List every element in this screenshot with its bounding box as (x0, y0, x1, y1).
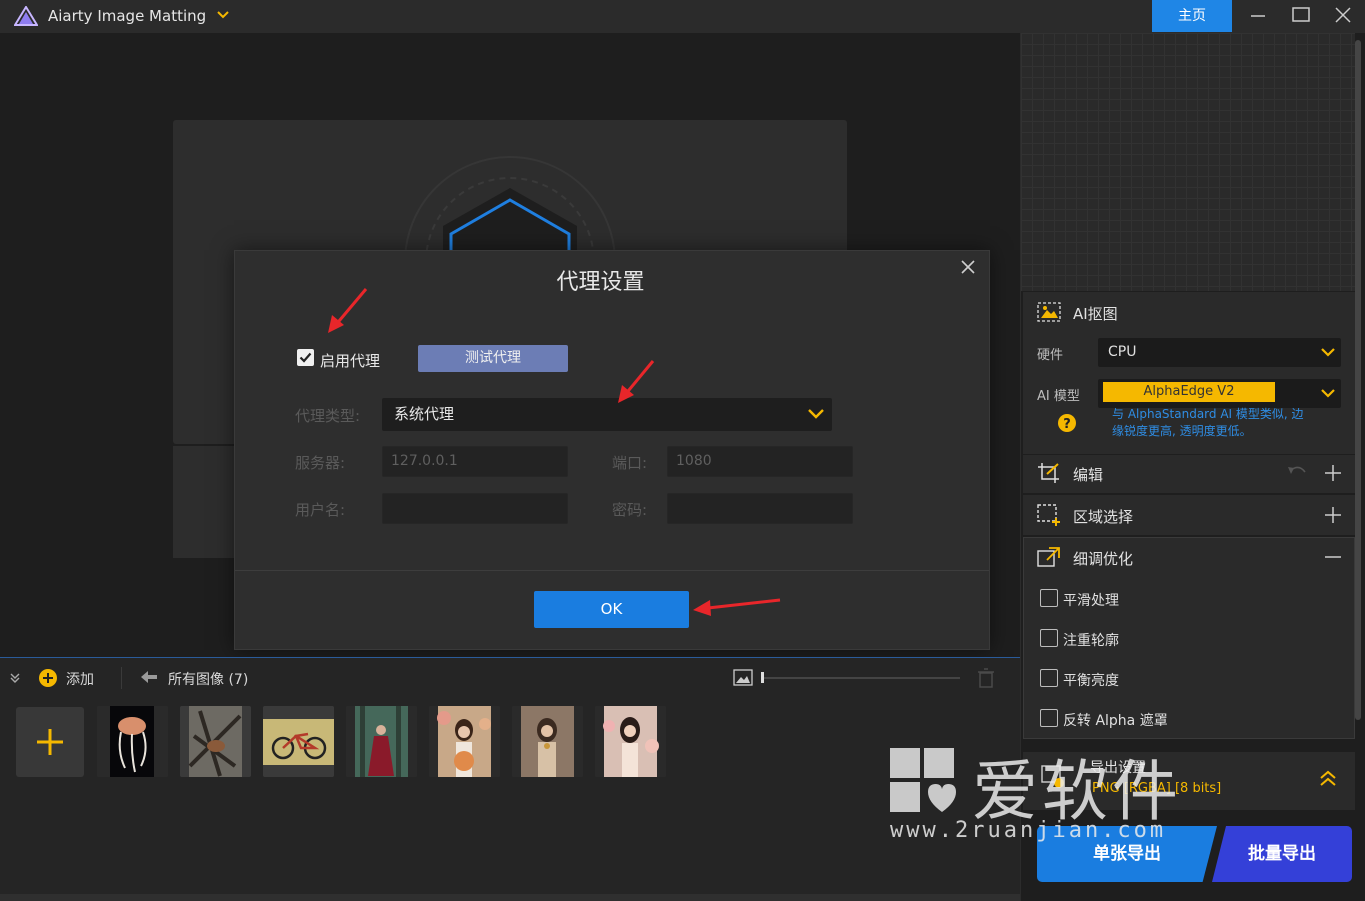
add-label[interactable]: 添加 (66, 669, 94, 689)
plus-icon (37, 729, 63, 755)
annotation-arrow-icon (618, 360, 655, 403)
smooth-checkbox[interactable] (1040, 589, 1058, 607)
slider-handle[interactable] (761, 672, 764, 683)
server-label: 服务器: (295, 454, 346, 472)
thumbnail-size-slider[interactable] (762, 677, 960, 679)
image-bicycle-icon (263, 706, 334, 777)
watermark-logo-icon (890, 748, 956, 812)
username-label: 用户名: (295, 501, 346, 519)
password-label: 密码: (612, 501, 648, 519)
status-strip (0, 894, 1020, 901)
scrollbar[interactable] (1355, 40, 1361, 720)
chevron-down-icon[interactable] (1320, 346, 1336, 358)
thumbnail-forest-woman[interactable] (346, 706, 417, 777)
smooth-label[interactable]: 平滑处理 (1063, 590, 1119, 610)
image-flowers-woman-icon (595, 706, 666, 777)
undo-icon[interactable] (1287, 464, 1307, 480)
test-proxy-button[interactable]: 测试代理 (418, 345, 568, 372)
collapse-icon[interactable] (9, 672, 21, 684)
close-window-icon[interactable] (1329, 4, 1357, 28)
add-image-button[interactable] (16, 707, 84, 777)
plus-icon[interactable] (1324, 506, 1342, 524)
app-logo-icon (14, 6, 38, 26)
maximize-icon[interactable] (1287, 4, 1315, 28)
annotation-arrow-icon (693, 598, 781, 616)
divider (121, 667, 122, 689)
image-jellyfish-icon (97, 706, 168, 777)
port-label: 端口: (612, 454, 648, 472)
help-icon[interactable]: ? (1057, 413, 1077, 433)
export-batch-button[interactable]: 批量导出 (1212, 826, 1352, 882)
plus-icon[interactable] (1324, 464, 1342, 482)
chevron-down-icon[interactable] (807, 407, 825, 421)
home-button[interactable]: 主页 (1152, 0, 1232, 32)
port-field[interactable]: 1080 (667, 446, 853, 477)
image-flowers-woman-icon (512, 706, 583, 777)
thumbnail-jellyfish[interactable] (97, 706, 168, 777)
close-icon[interactable] (958, 257, 978, 277)
app-title: Aiarty Image Matting (48, 7, 207, 25)
refine-icon (1037, 547, 1060, 567)
edit-title: 编辑 (1073, 466, 1104, 484)
edit-crop-icon (1038, 463, 1059, 483)
thumbnail-flowers-woman-2[interactable] (512, 706, 583, 777)
chevron-down-icon[interactable] (216, 9, 230, 21)
annotation-arrow-icon (328, 288, 368, 333)
ai-matting-icon (1037, 302, 1061, 322)
thumbnail-flowers-woman-3[interactable] (595, 706, 666, 777)
ok-button[interactable]: OK (534, 591, 689, 628)
model-hint-text: 与 AlphaStandard AI 模型类似, 边缘锐度更高, 透明度更低。 (1112, 407, 1304, 438)
thumbnail-bird[interactable] (180, 706, 251, 777)
back-arrow-icon[interactable] (140, 670, 158, 684)
region-select-title: 区域选择 (1073, 508, 1134, 526)
preview-area (1021, 33, 1355, 291)
image-flowers-woman-icon (429, 706, 500, 777)
ai-model-value[interactable]: AlphaEdge V2 (1103, 382, 1275, 402)
all-images-label[interactable]: 所有图像 (7) (168, 669, 248, 689)
brightness-label[interactable]: 平衡亮度 (1063, 670, 1119, 690)
contour-checkbox[interactable] (1040, 629, 1058, 647)
chevron-down-icon[interactable] (1320, 387, 1336, 399)
svg-text:?: ? (1063, 417, 1071, 432)
proxy-type-label: 代理类型: (295, 407, 361, 425)
username-field[interactable] (382, 493, 568, 524)
proxy-type-select[interactable]: 系统代理 (382, 398, 832, 431)
trash-icon[interactable] (977, 668, 995, 688)
minus-icon[interactable] (1324, 548, 1342, 566)
server-field[interactable]: 127.0.0.1 (382, 446, 568, 477)
dialog-divider (235, 570, 989, 571)
ai-matting-title: AI抠图 (1073, 305, 1118, 323)
double-chevron-up-icon[interactable] (1318, 769, 1338, 789)
password-field[interactable] (667, 493, 853, 524)
image-size-icon (733, 669, 753, 686)
thumbnail-bicycle[interactable] (263, 706, 334, 777)
watermark-url: www.2ruanjian.com (890, 818, 1167, 843)
contour-label[interactable]: 注重轮廓 (1063, 630, 1119, 650)
add-icon[interactable] (38, 668, 58, 688)
enable-proxy-label[interactable]: 启用代理 (320, 350, 380, 371)
image-bird-icon (180, 706, 251, 777)
hardware-select[interactable]: CPU (1098, 338, 1341, 367)
check-icon (299, 352, 312, 363)
image-forest-woman-icon (346, 706, 417, 777)
invert-alpha-label[interactable]: 反转 Alpha 遮罩 (1063, 710, 1168, 730)
invert-alpha-checkbox[interactable] (1040, 709, 1058, 727)
brightness-checkbox[interactable] (1040, 669, 1058, 687)
enable-proxy-checkbox[interactable] (297, 349, 314, 366)
refine-title: 细调优化 (1073, 550, 1134, 568)
minimize-icon[interactable] (1244, 4, 1272, 28)
region-select-icon (1037, 504, 1060, 526)
ai-model-label: AI 模型 (1037, 389, 1080, 404)
hardware-label: 硬件 (1037, 348, 1064, 363)
thumbnail-flowers-woman-1[interactable] (429, 706, 500, 777)
